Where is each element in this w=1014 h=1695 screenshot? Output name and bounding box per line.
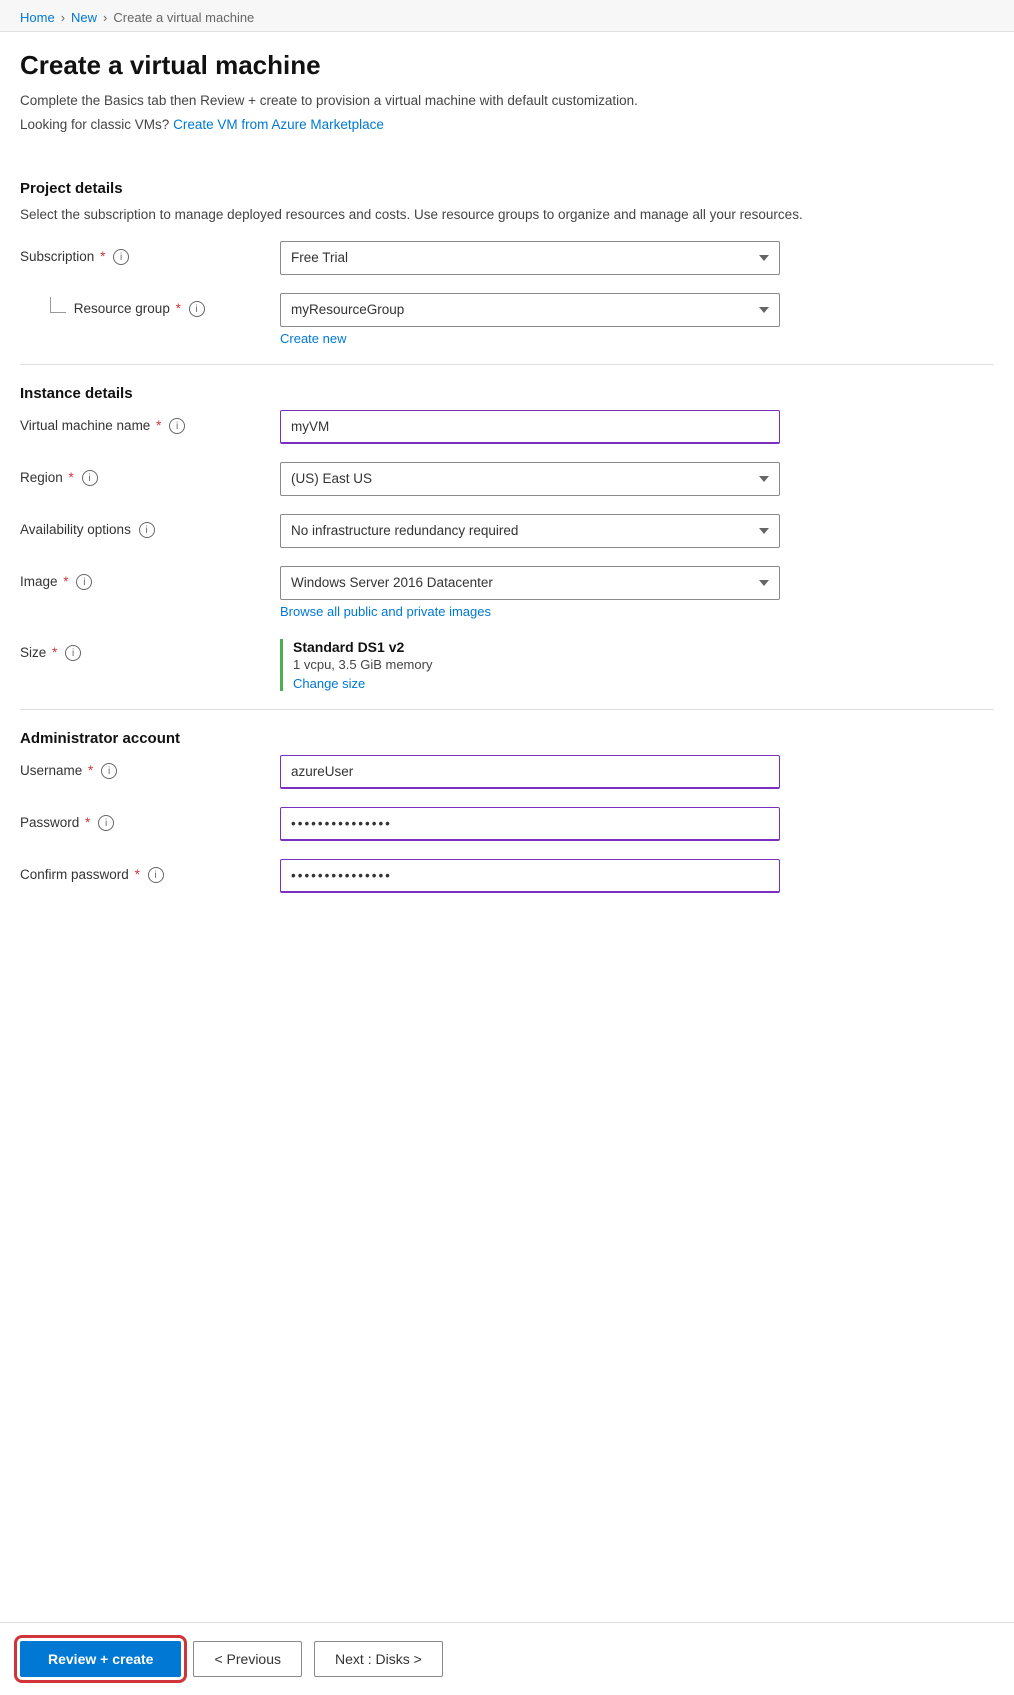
availability-label-col: Availability options i bbox=[20, 514, 280, 538]
breadcrumb-home[interactable]: Home bbox=[20, 10, 55, 25]
size-info-icon[interactable]: i bbox=[65, 645, 81, 661]
main-content: Project details Select the subscription … bbox=[0, 150, 1014, 991]
image-required: * bbox=[63, 574, 68, 589]
size-control: Standard DS1 v2 1 vcpu, 3.5 GiB memory C… bbox=[280, 637, 994, 691]
size-block: Standard DS1 v2 1 vcpu, 3.5 GiB memory C… bbox=[280, 639, 780, 691]
page-description: Complete the Basics tab then Review + cr… bbox=[20, 91, 994, 111]
image-label: Image bbox=[20, 574, 58, 589]
password-row: Password * i bbox=[20, 807, 994, 841]
admin-account-title: Administrator account bbox=[20, 730, 994, 747]
section-divider bbox=[20, 364, 994, 365]
availability-select[interactable]: No infrastructure redundancy required bbox=[280, 514, 780, 548]
password-input[interactable] bbox=[280, 807, 780, 841]
availability-label: Availability options bbox=[20, 522, 131, 537]
size-description: 1 vcpu, 3.5 GiB memory bbox=[293, 657, 780, 672]
page-title: Create a virtual machine bbox=[20, 50, 994, 81]
footer-bar: Review + create < Previous Next : Disks … bbox=[0, 1622, 1014, 1695]
previous-button[interactable]: < Previous bbox=[193, 1641, 302, 1677]
region-required: * bbox=[69, 470, 74, 485]
image-row: Image * i Windows Server 2016 Datacenter… bbox=[20, 566, 994, 619]
breadcrumb-new[interactable]: New bbox=[71, 10, 97, 25]
subscription-control: Free Trial bbox=[280, 241, 994, 275]
subscription-label: Subscription bbox=[20, 249, 94, 264]
breadcrumb-current: Create a virtual machine bbox=[113, 10, 254, 25]
subscription-required: * bbox=[100, 249, 105, 264]
password-label-col: Password * i bbox=[20, 807, 280, 831]
image-label-col: Image * i bbox=[20, 566, 280, 590]
subscription-select[interactable]: Free Trial bbox=[280, 241, 780, 275]
project-details-desc: Select the subscription to manage deploy… bbox=[20, 205, 994, 225]
region-label-col: Region * i bbox=[20, 462, 280, 486]
username-label-col: Username * i bbox=[20, 755, 280, 779]
vm-name-label-col: Virtual machine name * i bbox=[20, 410, 280, 434]
confirm-password-row: Confirm password * i bbox=[20, 859, 994, 893]
project-details-title: Project details bbox=[20, 180, 994, 197]
resource-group-select[interactable]: myResourceGroup bbox=[280, 293, 780, 327]
confirm-password-input[interactable] bbox=[280, 859, 780, 893]
region-control: (US) East US bbox=[280, 462, 994, 496]
confirm-password-control bbox=[280, 859, 994, 893]
resource-group-label-col: Resource group * i bbox=[20, 293, 280, 317]
region-row: Region * i (US) East US bbox=[20, 462, 994, 496]
password-info-icon[interactable]: i bbox=[98, 815, 114, 831]
resource-group-info-icon[interactable]: i bbox=[189, 301, 205, 317]
region-select[interactable]: (US) East US bbox=[280, 462, 780, 496]
confirm-password-label-col: Confirm password * i bbox=[20, 859, 280, 883]
instance-details-title: Instance details bbox=[20, 385, 994, 402]
vm-name-label: Virtual machine name bbox=[20, 418, 150, 433]
username-control bbox=[280, 755, 994, 789]
page-header: Create a virtual machine Complete the Ba… bbox=[0, 32, 1014, 150]
subscription-label-col: Subscription * i bbox=[20, 241, 280, 265]
review-create-button[interactable]: Review + create bbox=[20, 1641, 181, 1677]
size-row: Size * i Standard DS1 v2 1 vcpu, 3.5 GiB… bbox=[20, 637, 994, 691]
change-size-link[interactable]: Change size bbox=[293, 676, 780, 691]
username-input[interactable] bbox=[280, 755, 780, 789]
size-label: Size bbox=[20, 645, 46, 660]
availability-info-icon[interactable]: i bbox=[139, 522, 155, 538]
subscription-row: Subscription * i Free Trial bbox=[20, 241, 994, 275]
breadcrumb: Home › New › Create a virtual machine bbox=[0, 0, 1014, 32]
availability-control: No infrastructure redundancy required bbox=[280, 514, 994, 548]
size-required: * bbox=[52, 645, 57, 660]
username-info-icon[interactable]: i bbox=[101, 763, 117, 779]
size-label-col: Size * i bbox=[20, 637, 280, 661]
confirm-password-required: * bbox=[135, 867, 140, 882]
resource-group-required: * bbox=[176, 301, 181, 316]
region-label: Region bbox=[20, 470, 63, 485]
classic-vms-text: Looking for classic VMs? Create VM from … bbox=[20, 115, 994, 135]
region-info-icon[interactable]: i bbox=[82, 470, 98, 486]
image-control: Windows Server 2016 Datacenter Browse al… bbox=[280, 566, 994, 619]
vm-name-row: Virtual machine name * i bbox=[20, 410, 994, 444]
password-control bbox=[280, 807, 994, 841]
subscription-info-icon[interactable]: i bbox=[113, 249, 129, 265]
image-select[interactable]: Windows Server 2016 Datacenter bbox=[280, 566, 780, 600]
create-new-link[interactable]: Create new bbox=[280, 331, 994, 346]
username-required: * bbox=[88, 763, 93, 778]
browse-images-link[interactable]: Browse all public and private images bbox=[280, 604, 994, 619]
vm-name-control bbox=[280, 410, 994, 444]
resource-group-control: myResourceGroup Create new bbox=[280, 293, 994, 346]
username-label: Username bbox=[20, 763, 82, 778]
image-info-icon[interactable]: i bbox=[76, 574, 92, 590]
password-required: * bbox=[85, 815, 90, 830]
username-row: Username * i bbox=[20, 755, 994, 789]
vm-name-required: * bbox=[156, 418, 161, 433]
vm-name-info-icon[interactable]: i bbox=[169, 418, 185, 434]
next-disks-button[interactable]: Next : Disks > bbox=[314, 1641, 443, 1677]
admin-divider bbox=[20, 709, 994, 710]
password-label: Password bbox=[20, 815, 79, 830]
classic-vms-link[interactable]: Create VM from Azure Marketplace bbox=[173, 117, 384, 132]
size-name: Standard DS1 v2 bbox=[293, 639, 780, 655]
availability-row: Availability options i No infrastructure… bbox=[20, 514, 994, 548]
confirm-password-info-icon[interactable]: i bbox=[148, 867, 164, 883]
resource-group-label: Resource group bbox=[74, 301, 170, 316]
resource-group-row: Resource group * i myResourceGroup Creat… bbox=[20, 293, 994, 346]
vm-name-input[interactable] bbox=[280, 410, 780, 444]
confirm-password-label: Confirm password bbox=[20, 867, 129, 882]
